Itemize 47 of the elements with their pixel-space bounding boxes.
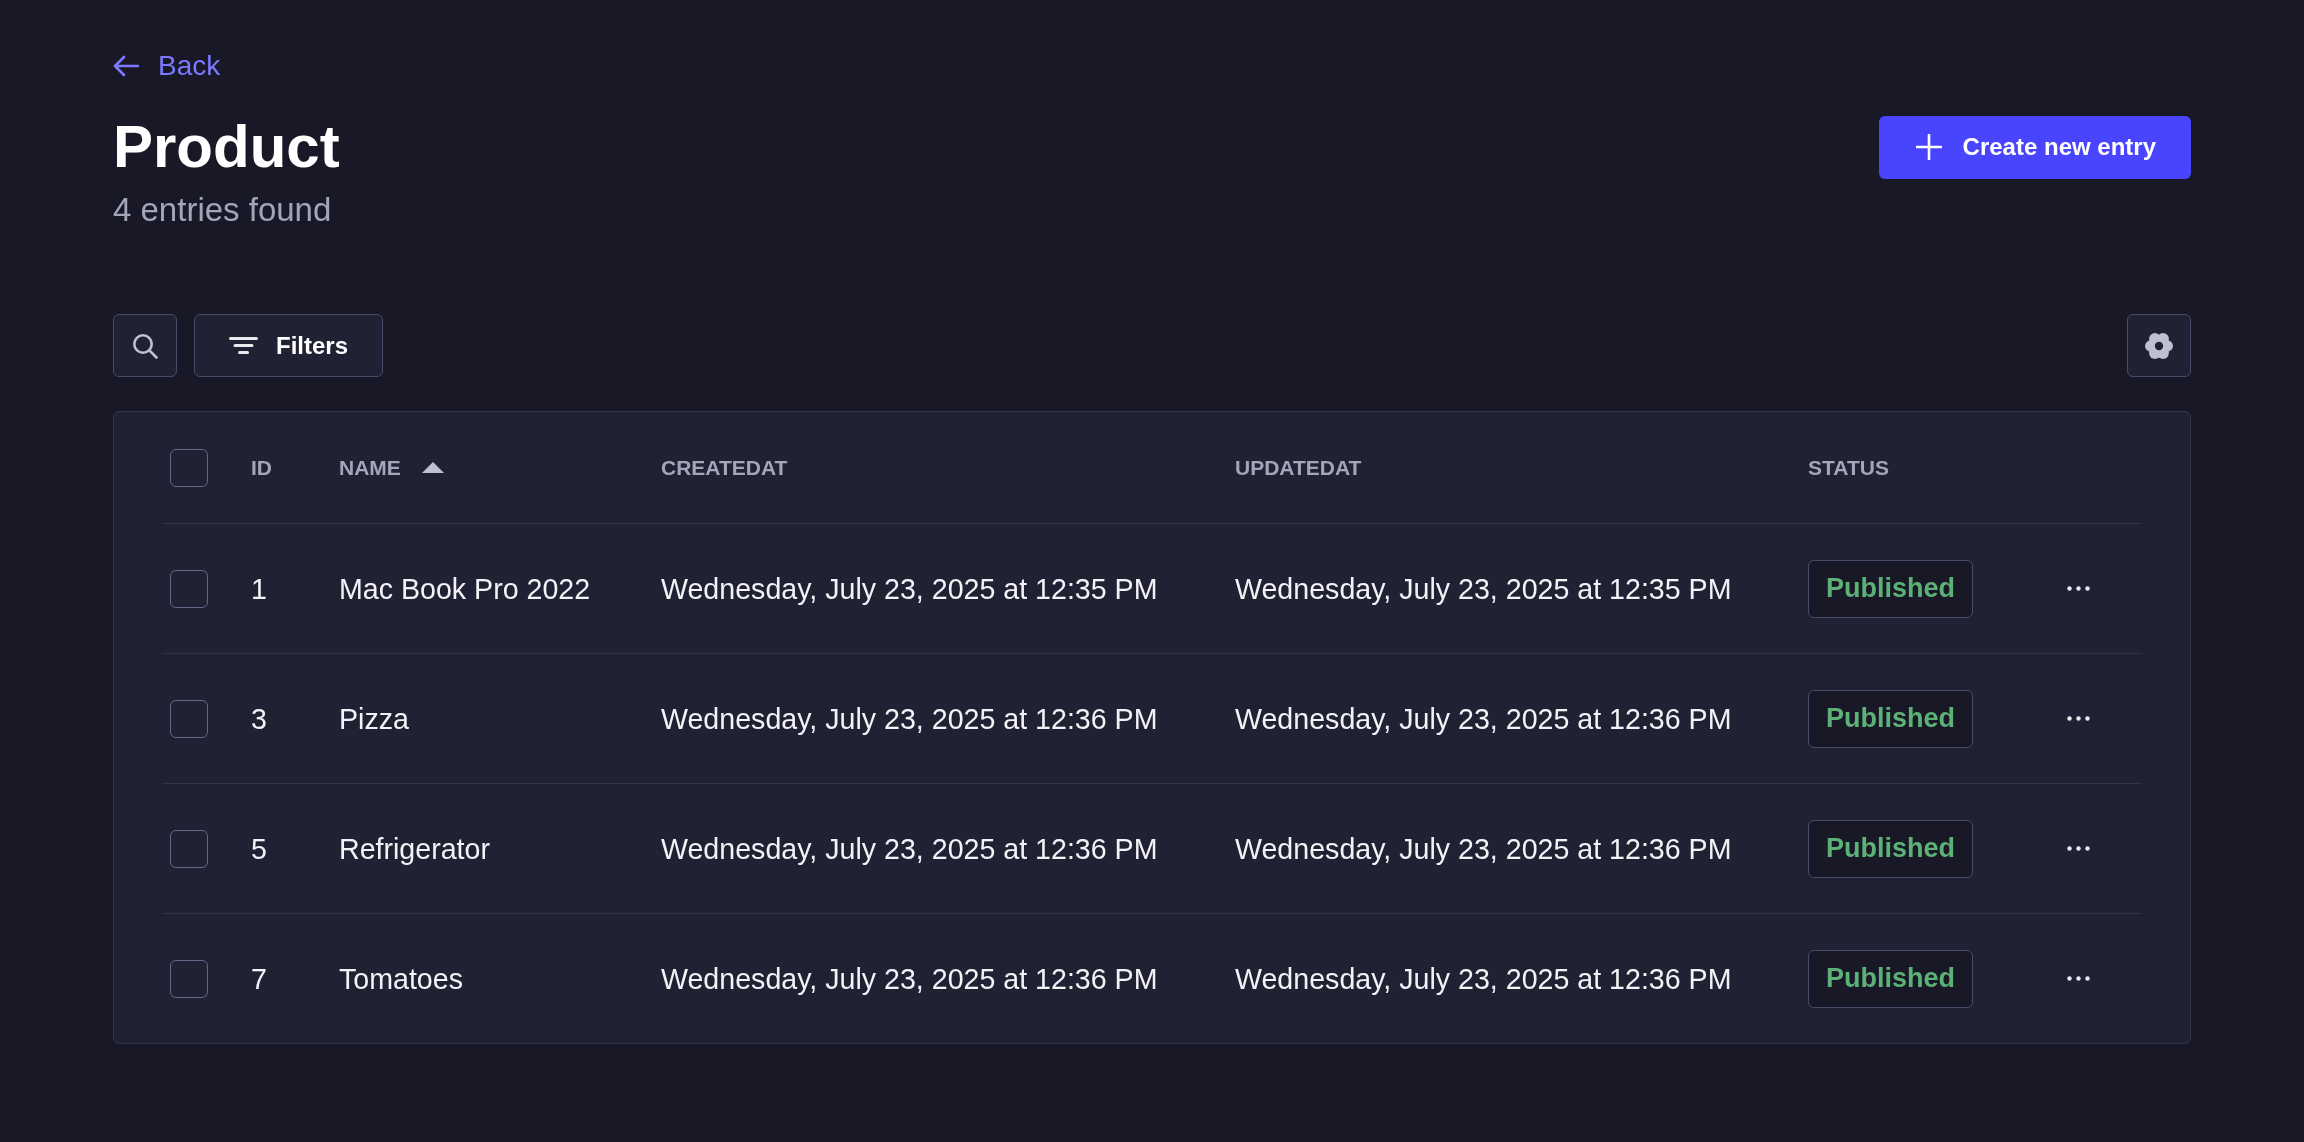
id-cell: 3 [251, 702, 267, 735]
create-entry-button[interactable]: Create new entry [1878, 115, 2191, 179]
plus-icon [1915, 134, 1942, 160]
filter-icon [229, 337, 258, 354]
entries-count: 4 entries found [113, 191, 332, 229]
name-cell: Tomatoes [339, 962, 463, 995]
sort-caret-icon[interactable] [421, 462, 444, 473]
arrow-left-icon [113, 55, 139, 77]
more-icon[interactable] [2067, 976, 2090, 981]
page-title: Product [113, 112, 340, 182]
created-at-cell: Wednesday, July 23, 2025 at 12:35 PM [661, 572, 1158, 605]
column-header[interactable]: CREATEDAT [661, 454, 788, 481]
column-header[interactable]: UPDATEDAT [1235, 454, 1362, 481]
search-icon [132, 332, 158, 359]
row-checkbox[interactable] [170, 959, 208, 998]
column-header[interactable]: ID [251, 454, 272, 481]
settings-button[interactable] [2127, 314, 2191, 377]
updated-at-cell: Wednesday, July 23, 2025 at 12:36 PM [1235, 702, 1732, 735]
name-cell: Mac Book Pro 2022 [339, 572, 591, 605]
created-at-cell: Wednesday, July 23, 2025 at 12:36 PM [661, 962, 1158, 995]
settings-icon [2145, 331, 2173, 360]
status-badge: Published [1808, 949, 1973, 1008]
name-cell: Pizza [339, 702, 409, 735]
column-header[interactable]: NAME [339, 454, 401, 481]
more-icon[interactable] [2067, 846, 2090, 851]
updated-at-cell: Wednesday, July 23, 2025 at 12:36 PM [1235, 832, 1732, 865]
row-checkbox[interactable] [170, 699, 208, 738]
search-button[interactable] [113, 314, 177, 377]
back-link[interactable]: Back [113, 50, 221, 82]
created-at-cell: Wednesday, July 23, 2025 at 12:36 PM [661, 702, 1158, 735]
id-cell: 7 [251, 962, 267, 995]
row-checkbox[interactable] [170, 829, 208, 868]
column-header[interactable]: STATUS [1808, 454, 1889, 481]
status-badge: Published [1808, 559, 1973, 618]
name-cell: Refrigerator [339, 832, 490, 865]
select-all-checkbox[interactable] [170, 448, 208, 487]
id-cell: 5 [251, 832, 267, 865]
updated-at-cell: Wednesday, July 23, 2025 at 12:36 PM [1235, 962, 1732, 995]
row-checkbox[interactable] [170, 569, 208, 608]
created-at-cell: Wednesday, July 23, 2025 at 12:36 PM [661, 832, 1158, 865]
status-badge: Published [1808, 819, 1973, 878]
more-icon[interactable] [2067, 716, 2090, 721]
filters-button[interactable]: Filters [194, 314, 384, 377]
status-badge: Published [1808, 689, 1973, 748]
updated-at-cell: Wednesday, July 23, 2025 at 12:35 PM [1235, 572, 1732, 605]
id-cell: 1 [251, 572, 267, 605]
more-icon[interactable] [2067, 586, 2090, 591]
